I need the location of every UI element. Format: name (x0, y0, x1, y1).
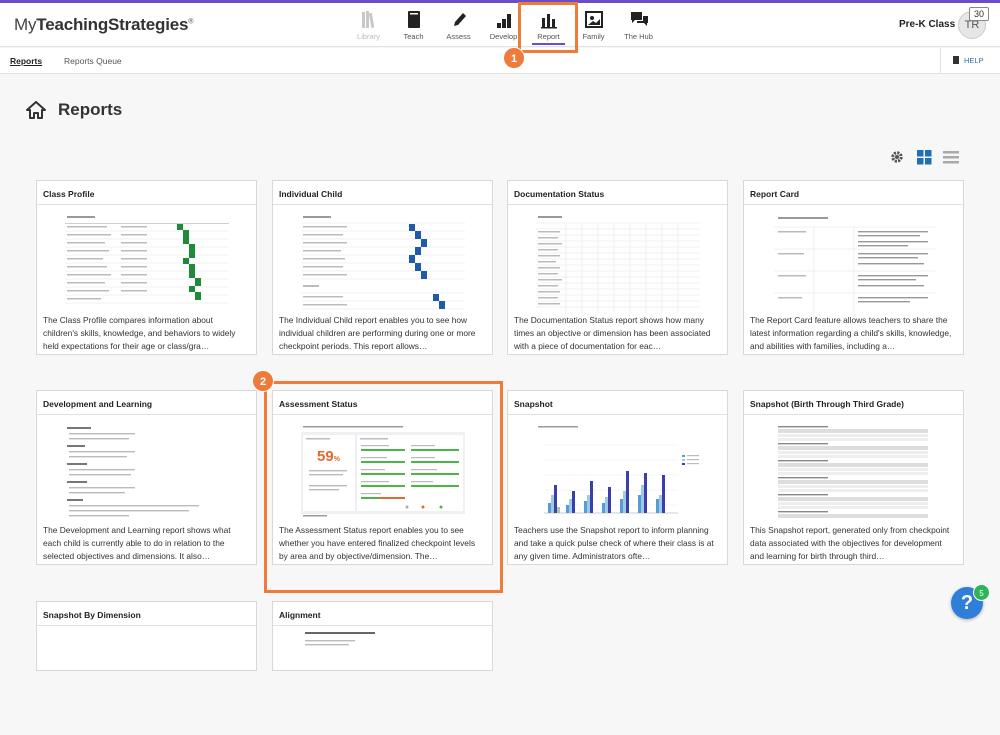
class-profile-preview (63, 213, 231, 314)
pencil-icon (453, 13, 466, 26)
nav-assess-label: Assess (446, 32, 471, 41)
report-card-snapshot[interactable]: Snapshot Teachers use the Snapshot repor… (507, 390, 728, 565)
report-card-development-and-learning[interactable]: Development and Learning The Development… (36, 390, 257, 565)
class-name[interactable]: Pre-K Class (899, 19, 955, 30)
card-description: The Documentation Status report shows ho… (514, 315, 711, 351)
callout-number-2: 2 (252, 370, 274, 392)
card-thumbnail (37, 205, 256, 314)
card-title: Snapshot By Dimension (37, 602, 256, 626)
nav-develop-label: Develop (489, 32, 518, 41)
development-learning-preview (63, 423, 231, 524)
nav-the-hub-label: The Hub (624, 32, 653, 41)
card-thumbnail (508, 205, 727, 314)
stairs-icon (496, 14, 511, 28)
card-thumbnail (744, 415, 963, 524)
report-card-snapshot-by-dimension[interactable]: Snapshot By Dimension (36, 601, 257, 671)
report-card-snapshot-birth-third-grade[interactable]: Snapshot (Birth Through Third Grade) Thi… (743, 390, 964, 565)
tab-reports[interactable]: Reports (10, 56, 42, 66)
sub-navigation: Reports Reports Queue HELP (0, 48, 1000, 74)
card-description: This Snapshot report, generated only fro… (750, 525, 950, 561)
nav-teach[interactable]: Teach (391, 5, 436, 45)
report-card-individual-child[interactable]: Individual Child The Individual Child re… (272, 180, 493, 355)
card-title: Documentation Status (508, 181, 727, 205)
individual-child-preview (299, 213, 467, 314)
list-view-icon[interactable] (943, 150, 959, 165)
help-fab-badge: 5 (973, 584, 990, 601)
card-title: Report Card (744, 181, 963, 205)
card-description: The Individual Child report enables you … (279, 315, 476, 351)
photo-frame-icon (584, 11, 603, 28)
books-icon (361, 11, 374, 29)
alignment-preview (299, 626, 467, 666)
card-thumbnail (273, 626, 492, 735)
card-title: Snapshot (Birth Through Third Grade) (744, 391, 963, 415)
app-header: MyTeachingStrategies® Library Teach Asse… (0, 3, 1000, 47)
card-title: Individual Child (273, 181, 492, 205)
card-description: The Report Card feature allows teachers … (750, 315, 952, 351)
home-icon[interactable] (26, 101, 46, 119)
report-card-report-card[interactable]: Report Card The Report Card feature allo… (743, 180, 964, 355)
callout-box-assessment-status (264, 381, 503, 593)
report-card-documentation-status[interactable]: Documentation Status The Documentation S… (507, 180, 728, 355)
card-thumbnail (273, 205, 492, 314)
card-thumbnail (37, 415, 256, 524)
card-title: Development and Learning (37, 391, 256, 415)
nav-library[interactable]: Library (346, 5, 391, 45)
nav-the-hub[interactable]: The Hub (616, 5, 661, 45)
nav-assess[interactable]: Assess (436, 5, 481, 45)
card-thumbnail (508, 415, 727, 524)
callout-box-report-nav (518, 2, 578, 53)
report-card-alignment[interactable]: Alignment (272, 601, 493, 671)
logo-mark: ® (188, 18, 194, 26)
app-logo[interactable]: MyTeachingStrategies® (14, 15, 193, 35)
tab-reports-queue[interactable]: Reports Queue (64, 56, 122, 66)
gear-icon[interactable] (890, 150, 904, 164)
card-description: The Development and Learning report show… (43, 525, 231, 561)
notification-badge[interactable]: 30 (969, 7, 989, 21)
nav-family-label: Family (582, 32, 605, 41)
report-card-class-profile[interactable]: Class Profile The Class Profile compares… (36, 180, 257, 355)
snapshot-b3-preview (770, 423, 938, 524)
page-title: Reports (58, 100, 123, 119)
card-description: Teachers use the Snapshot report to info… (514, 525, 714, 561)
logo-light-text: My (14, 15, 37, 34)
main-nav: Library Teach Assess Develop Report Fami… (346, 5, 661, 45)
grid-view-icon[interactable] (917, 150, 932, 165)
card-title: Snapshot (508, 391, 727, 415)
help-book-icon (953, 56, 959, 64)
report-card-preview (770, 213, 938, 314)
card-description: The Class Profile compares information a… (43, 315, 236, 351)
callout-number-1: 1 (503, 47, 525, 69)
chat-bubbles-icon (630, 12, 648, 26)
documentation-status-preview (534, 213, 702, 314)
card-title: Class Profile (37, 181, 256, 205)
nav-teach-label: Teach (403, 32, 424, 41)
nav-library-label: Library (357, 32, 380, 41)
help-link[interactable]: HELP (940, 48, 984, 74)
snapshot-preview (534, 423, 702, 524)
help-label: HELP (964, 56, 984, 65)
book-icon (407, 11, 420, 28)
logo-bold-text: TeachingStrategies (36, 15, 189, 34)
card-title: Alignment (273, 602, 492, 626)
card-thumbnail (744, 205, 963, 314)
